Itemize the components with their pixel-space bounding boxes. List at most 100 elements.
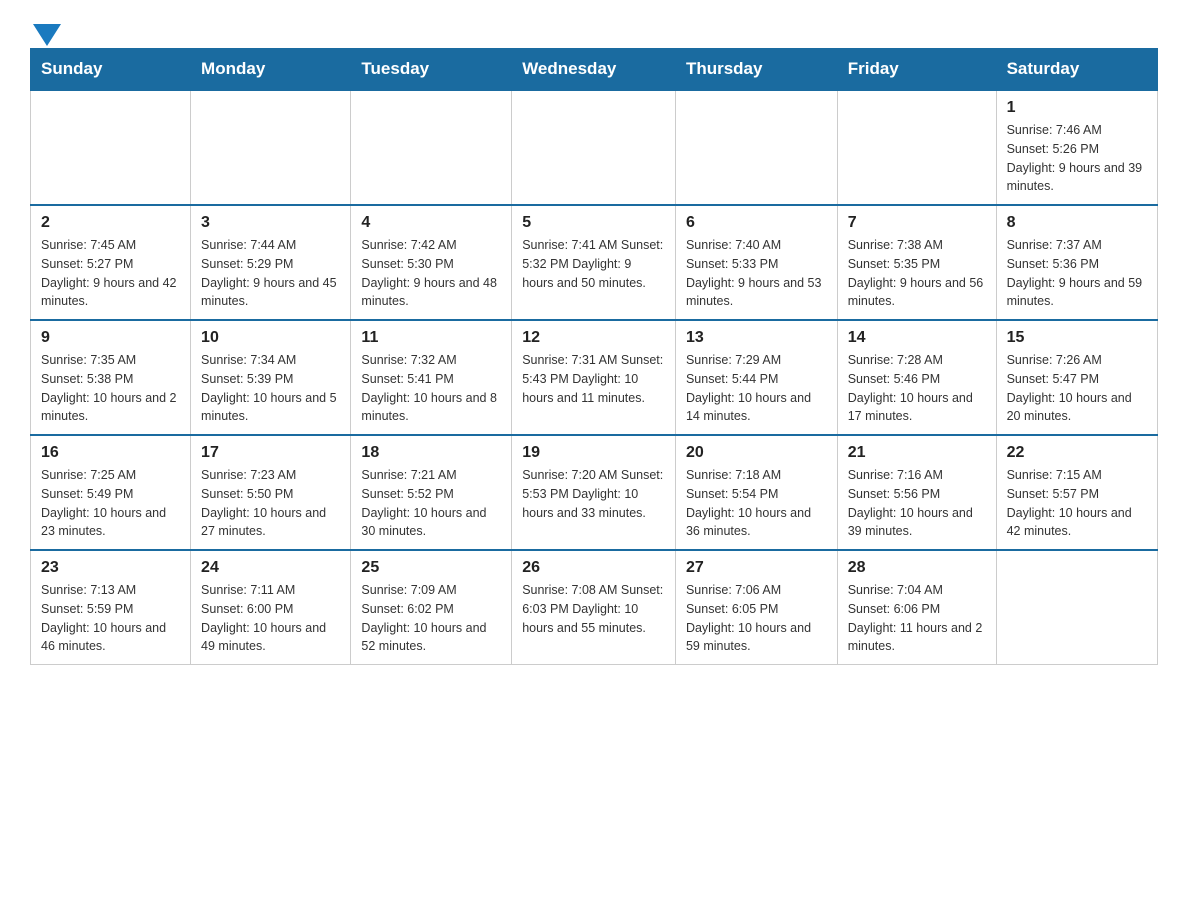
calendar-cell: 24 Sunrise: 7:11 AM Sunset: 6:00 PM Dayli…	[191, 550, 351, 665]
day-info: Sunrise: 7:16 AM Sunset: 5:56 PM Dayligh…	[848, 466, 986, 541]
day-info: Sunrise: 7:13 AM Sunset: 5:59 PM Dayligh…	[41, 581, 180, 656]
day-number: 26	[522, 559, 665, 577]
weekday-header-wednesday: Wednesday	[512, 49, 676, 91]
day-number: 21	[848, 444, 986, 462]
calendar-cell: 18 Sunrise: 7:21 AM Sunset: 5:52 PM Dayli…	[351, 435, 512, 550]
day-info: Sunrise: 7:37 AM Sunset: 5:36 PM Dayligh…	[1007, 236, 1147, 311]
day-number: 6	[686, 214, 827, 232]
calendar-cell	[351, 90, 512, 205]
day-number: 27	[686, 559, 827, 577]
day-info: Sunrise: 7:11 AM Sunset: 6:00 PM Dayligh…	[201, 581, 340, 656]
calendar-cell	[996, 550, 1157, 665]
day-number: 15	[1007, 329, 1147, 347]
day-number: 19	[522, 444, 665, 462]
day-info: Sunrise: 7:06 AM Sunset: 6:05 PM Dayligh…	[686, 581, 827, 656]
weekday-header-tuesday: Tuesday	[351, 49, 512, 91]
calendar-cell: 4 Sunrise: 7:42 AM Sunset: 5:30 PM Daylig…	[351, 205, 512, 320]
weekday-header-monday: Monday	[191, 49, 351, 91]
calendar-cell: 7 Sunrise: 7:38 AM Sunset: 5:35 PM Daylig…	[837, 205, 996, 320]
calendar-cell: 5 Sunrise: 7:41 AM Sunset: 5:32 PM Daylig…	[512, 205, 676, 320]
day-info: Sunrise: 7:45 AM Sunset: 5:27 PM Dayligh…	[41, 236, 180, 311]
day-info: Sunrise: 7:34 AM Sunset: 5:39 PM Dayligh…	[201, 351, 340, 426]
day-number: 5	[522, 214, 665, 232]
logo	[30, 20, 61, 38]
calendar-cell: 17 Sunrise: 7:23 AM Sunset: 5:50 PM Dayli…	[191, 435, 351, 550]
day-info: Sunrise: 7:41 AM Sunset: 5:32 PM Dayligh…	[522, 236, 665, 292]
calendar-cell: 13 Sunrise: 7:29 AM Sunset: 5:44 PM Dayli…	[675, 320, 837, 435]
calendar-cell: 10 Sunrise: 7:34 AM Sunset: 5:39 PM Dayli…	[191, 320, 351, 435]
calendar-cell	[191, 90, 351, 205]
calendar-week-4: 16Sunrise: 7:25 AM Sunset: 5:49 PM Dayli…	[31, 435, 1158, 550]
day-number: 10	[201, 329, 340, 347]
day-info: Sunrise: 7:38 AM Sunset: 5:35 PM Dayligh…	[848, 236, 986, 311]
calendar-table: SundayMondayTuesdayWednesdayThursdayFrid…	[30, 48, 1158, 665]
day-info: Sunrise: 7:20 AM Sunset: 5:53 PM Dayligh…	[522, 466, 665, 522]
day-info: Sunrise: 7:28 AM Sunset: 5:46 PM Dayligh…	[848, 351, 986, 426]
day-info: Sunrise: 7:21 AM Sunset: 5:52 PM Dayligh…	[361, 466, 501, 541]
calendar-cell: 27 Sunrise: 7:06 AM Sunset: 6:05 PM Dayli…	[675, 550, 837, 665]
day-number: 1	[1007, 99, 1147, 117]
day-number: 2	[41, 214, 180, 232]
day-number: 9	[41, 329, 180, 347]
day-number: 17	[201, 444, 340, 462]
calendar-cell: 12 Sunrise: 7:31 AM Sunset: 5:43 PM Dayli…	[512, 320, 676, 435]
calendar-cell: 26 Sunrise: 7:08 AM Sunset: 6:03 PM Dayli…	[512, 550, 676, 665]
day-info: Sunrise: 7:35 AM Sunset: 5:38 PM Dayligh…	[41, 351, 180, 426]
calendar-cell: 3 Sunrise: 7:44 AM Sunset: 5:29 PM Daylig…	[191, 205, 351, 320]
calendar-cell: 14Sunrise: 7:28 AM Sunset: 5:46 PM Dayli…	[837, 320, 996, 435]
day-number: 18	[361, 444, 501, 462]
calendar-cell	[675, 90, 837, 205]
day-info: Sunrise: 7:18 AM Sunset: 5:54 PM Dayligh…	[686, 466, 827, 541]
calendar-cell: 11 Sunrise: 7:32 AM Sunset: 5:41 PM Dayli…	[351, 320, 512, 435]
calendar-cell: 8 Sunrise: 7:37 AM Sunset: 5:36 PM Daylig…	[996, 205, 1157, 320]
day-number: 28	[848, 559, 986, 577]
weekday-header-friday: Friday	[837, 49, 996, 91]
calendar-cell: 9 Sunrise: 7:35 AM Sunset: 5:38 PM Daylig…	[31, 320, 191, 435]
calendar-cell	[837, 90, 996, 205]
day-info: Sunrise: 7:40 AM Sunset: 5:33 PM Dayligh…	[686, 236, 827, 311]
calendar-week-2: 2 Sunrise: 7:45 AM Sunset: 5:27 PM Daylig…	[31, 205, 1158, 320]
day-info: Sunrise: 7:26 AM Sunset: 5:47 PM Dayligh…	[1007, 351, 1147, 426]
calendar-cell: 23Sunrise: 7:13 AM Sunset: 5:59 PM Dayli…	[31, 550, 191, 665]
day-number: 24	[201, 559, 340, 577]
calendar-week-5: 23Sunrise: 7:13 AM Sunset: 5:59 PM Dayli…	[31, 550, 1158, 665]
day-number: 20	[686, 444, 827, 462]
calendar-cell	[31, 90, 191, 205]
weekday-header-row: SundayMondayTuesdayWednesdayThursdayFrid…	[31, 49, 1158, 91]
day-info: Sunrise: 7:23 AM Sunset: 5:50 PM Dayligh…	[201, 466, 340, 541]
weekday-header-thursday: Thursday	[675, 49, 837, 91]
day-number: 8	[1007, 214, 1147, 232]
day-info: Sunrise: 7:25 AM Sunset: 5:49 PM Dayligh…	[41, 466, 180, 541]
calendar-cell: 20 Sunrise: 7:18 AM Sunset: 5:54 PM Dayli…	[675, 435, 837, 550]
calendar-cell: 15 Sunrise: 7:26 AM Sunset: 5:47 PM Dayli…	[996, 320, 1157, 435]
day-number: 7	[848, 214, 986, 232]
day-info: Sunrise: 7:31 AM Sunset: 5:43 PM Dayligh…	[522, 351, 665, 407]
day-info: Sunrise: 7:46 AM Sunset: 5:26 PM Dayligh…	[1007, 121, 1147, 196]
calendar-cell: 21 Sunrise: 7:16 AM Sunset: 5:56 PM Dayli…	[837, 435, 996, 550]
calendar-cell: 22Sunrise: 7:15 AM Sunset: 5:57 PM Dayli…	[996, 435, 1157, 550]
day-number: 13	[686, 329, 827, 347]
calendar-cell: 1 Sunrise: 7:46 AM Sunset: 5:26 PM Daylig…	[996, 90, 1157, 205]
calendar-cell: 6 Sunrise: 7:40 AM Sunset: 5:33 PM Daylig…	[675, 205, 837, 320]
day-info: Sunrise: 7:44 AM Sunset: 5:29 PM Dayligh…	[201, 236, 340, 311]
calendar-cell: 25 Sunrise: 7:09 AM Sunset: 6:02 PM Dayli…	[351, 550, 512, 665]
weekday-header-saturday: Saturday	[996, 49, 1157, 91]
day-info: Sunrise: 7:42 AM Sunset: 5:30 PM Dayligh…	[361, 236, 501, 311]
page-header	[30, 20, 1158, 38]
logo-general-text	[30, 20, 61, 42]
calendar-cell: 28 Sunrise: 7:04 AM Sunset: 6:06 PM Dayli…	[837, 550, 996, 665]
calendar-week-3: 9 Sunrise: 7:35 AM Sunset: 5:38 PM Daylig…	[31, 320, 1158, 435]
day-number: 3	[201, 214, 340, 232]
day-number: 25	[361, 559, 501, 577]
day-info: Sunrise: 7:32 AM Sunset: 5:41 PM Dayligh…	[361, 351, 501, 426]
day-info: Sunrise: 7:08 AM Sunset: 6:03 PM Dayligh…	[522, 581, 665, 637]
day-number: 12	[522, 329, 665, 347]
day-info: Sunrise: 7:04 AM Sunset: 6:06 PM Dayligh…	[848, 581, 986, 656]
day-info: Sunrise: 7:09 AM Sunset: 6:02 PM Dayligh…	[361, 581, 501, 656]
day-number: 11	[361, 329, 501, 347]
calendar-week-1: 1 Sunrise: 7:46 AM Sunset: 5:26 PM Daylig…	[31, 90, 1158, 205]
day-info: Sunrise: 7:29 AM Sunset: 5:44 PM Dayligh…	[686, 351, 827, 426]
day-number: 4	[361, 214, 501, 232]
calendar-cell	[512, 90, 676, 205]
day-number: 22	[1007, 444, 1147, 462]
